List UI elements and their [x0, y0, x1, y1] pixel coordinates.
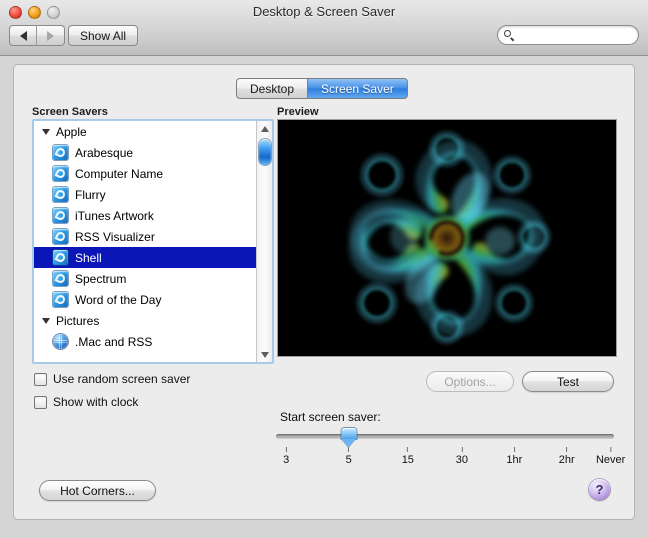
group-label: Apple [56, 124, 87, 139]
test-button[interactable]: Test [522, 371, 614, 392]
checkbox-label: Show with clock [53, 395, 139, 409]
spiral-fractal-graphic [322, 120, 572, 356]
globe-icon [53, 334, 68, 349]
screen-saver-icon [53, 250, 68, 265]
left-arrow-icon [19, 30, 27, 41]
list-item[interactable]: Word of the Day [34, 289, 256, 310]
screen-saver-icon [53, 229, 68, 244]
screen-saver-icon [53, 208, 68, 223]
scroll-up-button[interactable] [257, 121, 272, 136]
list-item-label: Flurry [75, 187, 106, 202]
list-item[interactable]: RSS Visualizer [34, 226, 256, 247]
screen-saver-group-pictures[interactable]: Pictures [34, 310, 256, 331]
use-random-screen-saver-checkbox[interactable]: Use random screen saver [34, 372, 190, 386]
list-item[interactable]: Computer Name [34, 163, 256, 184]
screen-saver-icon [53, 292, 68, 307]
options-button[interactable]: Options... [426, 371, 514, 392]
slider-tick: 2hr [559, 447, 575, 466]
screen-savers-label: Screen Savers [32, 106, 108, 118]
back-button[interactable] [9, 25, 37, 46]
screen-saver-list[interactable]: Apple Arabesque Computer Name Flurry iTunes … [32, 119, 274, 364]
list-scrollbar[interactable] [256, 121, 272, 362]
list-item[interactable]: .Mac and RSS [34, 331, 256, 352]
list-item-label: RSS Visualizer [75, 229, 155, 244]
slider-tick-label: 30 [455, 454, 469, 466]
list-item-label: Spectrum [75, 271, 127, 286]
slider-tick-mark [610, 447, 612, 452]
slider-tick-label: 5 [345, 454, 352, 466]
tab-screen-saver[interactable]: Screen Saver [308, 78, 408, 99]
start-screen-saver-slider[interactable] [276, 428, 614, 447]
disclosure-triangle-icon[interactable] [42, 317, 50, 324]
forward-button[interactable] [37, 25, 65, 46]
screen-saver-icon [53, 271, 68, 286]
list-item-label: Arabesque [75, 145, 134, 160]
tab-desktop[interactable]: Desktop [236, 78, 309, 99]
slider-tick-label: Never [595, 454, 626, 466]
list-item-label: Word of the Day [75, 292, 162, 307]
screen-saver-preview [277, 119, 617, 357]
screen-saver-icon [53, 145, 68, 160]
chevron-up-icon [260, 125, 269, 132]
list-item[interactable]: Spectrum [34, 268, 256, 289]
right-arrow-icon [47, 30, 54, 41]
list-item-label: iTunes Artwork [75, 208, 154, 223]
slider-tick-label: 2hr [558, 454, 575, 466]
slider-tick-mark [407, 447, 409, 452]
search-input[interactable] [504, 27, 648, 43]
slider-tick-mark [285, 447, 287, 452]
slider-thumb-pointer [341, 439, 356, 447]
scroll-down-button[interactable] [257, 347, 272, 362]
slider-tick: 5 [346, 447, 352, 466]
slider-tick-label: 1hr [506, 454, 523, 466]
search-field[interactable] [497, 25, 648, 45]
checkbox-label: Use random screen saver [53, 372, 191, 386]
screen-saver-group-apple[interactable]: Apple [34, 121, 256, 142]
list-item[interactable]: Shell [34, 247, 256, 268]
slider-tick-mark [566, 447, 568, 452]
disclosure-triangle-icon[interactable] [42, 128, 50, 135]
group-label: Pictures [56, 313, 100, 328]
show-all-button[interactable]: Show All [68, 25, 139, 46]
slider-tick: 3 [283, 447, 289, 466]
list-item-label: Computer Name [75, 166, 164, 181]
hot-corners-button[interactable]: Hot Corners... [39, 480, 156, 501]
slider-tick-label: 3 [283, 454, 290, 466]
slider-tick: Never [596, 447, 625, 466]
chevron-down-icon [260, 351, 269, 358]
slider-tick: 15 [402, 447, 414, 466]
window-title: Desktop & Screen Saver [252, 4, 396, 19]
slider-track[interactable] [276, 434, 614, 439]
list-item[interactable]: Arabesque [34, 142, 256, 163]
tab-bar: Desktop Screen Saver [236, 78, 408, 99]
help-button[interactable]: ? [589, 479, 610, 500]
scrollbar-thumb[interactable] [259, 139, 271, 165]
content-panel: Desktop Screen Saver Screen Savers Previ… [13, 64, 635, 520]
checkbox-box [34, 372, 47, 386]
screen-saver-icon [53, 187, 68, 202]
slider-tick: 30 [456, 447, 468, 466]
slider-thumb-head [341, 428, 357, 439]
list-item[interactable]: iTunes Artwork [34, 205, 256, 226]
preferences-window: Desktop & Screen Saver Show All Desktop … [0, 0, 648, 538]
screen-saver-icon [53, 166, 68, 181]
slider-tick-labels: 3 5 15 30 1hr 2hr Never [276, 447, 625, 471]
slider-tick-mark [513, 447, 515, 452]
slider-thumb[interactable] [341, 428, 357, 447]
window-titlebar: Desktop & Screen Saver Show All [0, 0, 648, 56]
slider-tick-label: 15 [401, 454, 414, 466]
show-with-clock-checkbox[interactable]: Show with clock [34, 395, 138, 409]
nav-segmented-control [9, 25, 65, 46]
slider-tick-mark [348, 447, 350, 452]
list-item-label: .Mac and RSS [75, 334, 153, 349]
checkbox-box [34, 395, 47, 409]
list-item-label: Shell [75, 250, 102, 265]
start-screen-saver-label: Start screen saver: [280, 410, 381, 424]
list-item[interactable]: Flurry [34, 184, 256, 205]
screen-saver-list-rows: Apple Arabesque Computer Name Flurry iTunes … [34, 121, 256, 362]
slider-tick: 1hr [506, 447, 522, 466]
preview-label: Preview [277, 106, 319, 118]
slider-tick-mark [461, 447, 463, 452]
